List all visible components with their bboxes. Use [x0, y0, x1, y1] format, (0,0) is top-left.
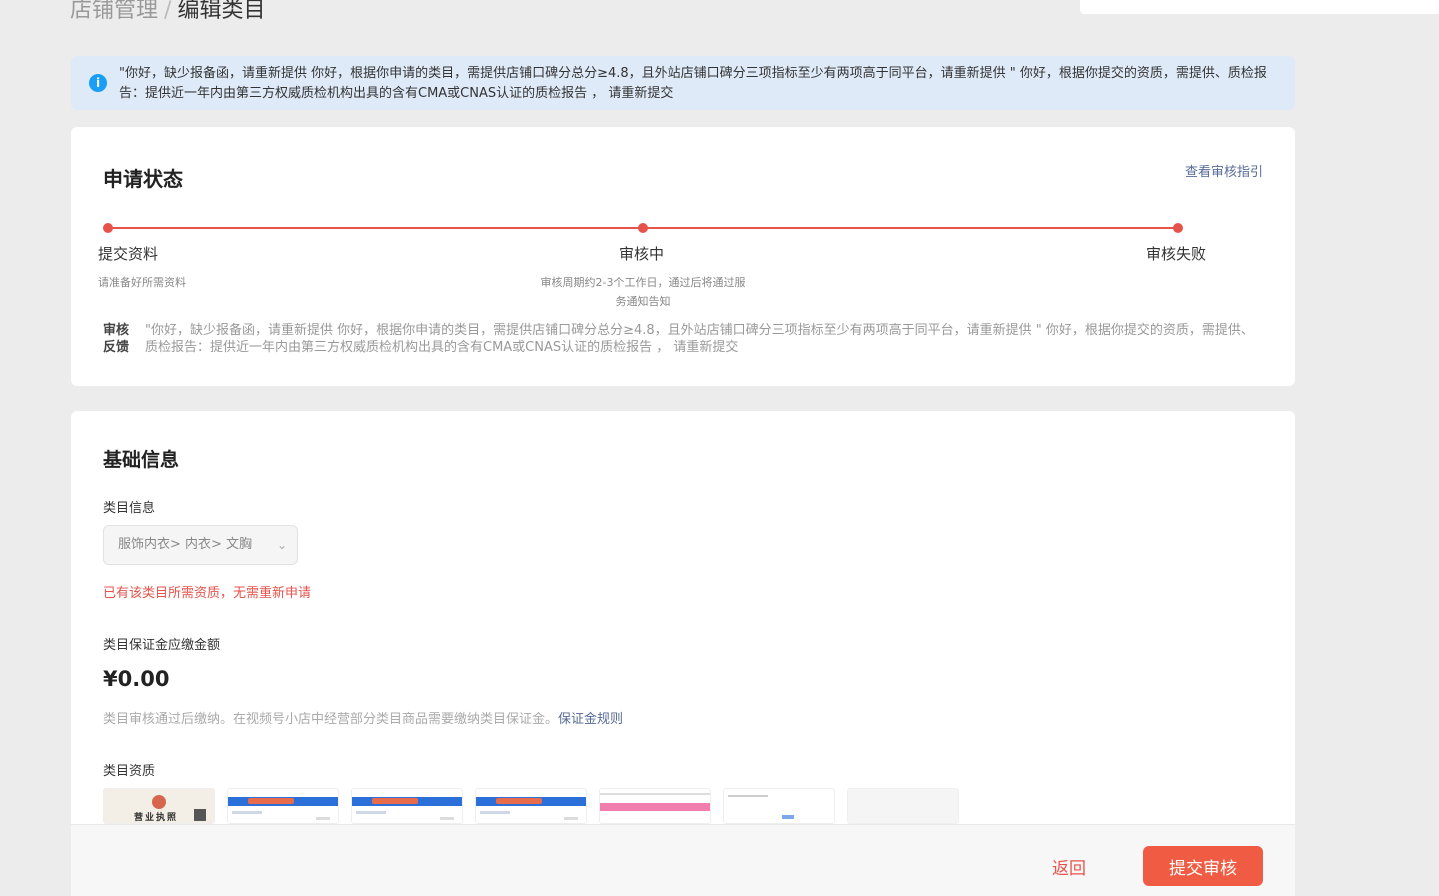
emblem-icon: [152, 795, 166, 809]
qualification-label: 类目资质: [103, 764, 156, 779]
category-label: 类目信息: [103, 501, 156, 516]
qualification-thumb-4[interactable]: [475, 788, 587, 824]
breadcrumb-separator: /: [164, 0, 172, 23]
breadcrumb-current: 编辑类目: [177, 0, 266, 23]
breadcrumb-parent[interactable]: 店铺管理: [70, 0, 158, 23]
chevron-down-icon: ⌄: [276, 538, 287, 552]
feedback-label: 审核反馈: [103, 323, 130, 355]
deposit-hint-text: 类目审核通过后缴纳。在视频号小店中经营部分类目商品需要缴纳类目保证金。: [103, 712, 559, 727]
deposit-label: 类目保证金应缴金额: [103, 638, 221, 653]
step-dot-review: [638, 223, 648, 233]
status-title: 申请状态: [103, 167, 183, 191]
step-desc-review: 审核周期约2-3个工作日，通过后将通过服务通知告知: [540, 276, 746, 308]
license-text: 营业执照: [134, 813, 179, 823]
review-feedback: 审核反馈 "你好，缺少报备函，请重新提供 你好，根据你申请的类目，需提供店铺口碑…: [103, 322, 1263, 356]
deposit-hint: 类目审核通过后缴纳。在视频号小店中经营部分类目商品需要缴纳类目保证金。保证金规则: [103, 708, 623, 727]
header-search-box[interactable]: [1080, 0, 1439, 14]
step-desc-submit: 请准备好所需资料: [98, 276, 186, 289]
qualification-thumb-2[interactable]: [227, 788, 339, 824]
qualification-thumb-3[interactable]: [351, 788, 463, 824]
deposit-amount: ¥0.00: [103, 667, 170, 691]
qualification-thumb-license[interactable]: 营业执照: [103, 788, 215, 824]
category-error-text: 已有该类目所需资质，无需重新申请: [103, 586, 312, 601]
step-dot-failed: [1173, 223, 1183, 233]
qualification-thumb-6[interactable]: [723, 788, 835, 824]
category-value: 服饰内衣> 内衣> 文胸: [118, 537, 253, 552]
notice-banner: i "你好，缺少报备函，请重新提供 你好，根据你申请的类目，需提供店铺口碑分总分…: [71, 56, 1295, 110]
info-icon: i: [89, 74, 107, 92]
status-card: 申请状态 查看审核指引 提交资料 请准备好所需资料 审核中 审核周期约2-3个工…: [71, 127, 1295, 386]
step-label-failed: 审核失败: [1146, 245, 1207, 263]
back-button[interactable]: 返回: [1052, 854, 1086, 879]
feedback-text: "你好，缺少报备函，请重新提供 你好，根据你申请的类目，需提供店铺口碑分总分≥4…: [145, 323, 1254, 355]
qr-code-icon: [194, 809, 206, 821]
basic-title: 基础信息: [103, 449, 180, 471]
submit-review-button[interactable]: 提交审核: [1143, 846, 1263, 886]
footer-bar: 返回 提交审核: [71, 824, 1295, 896]
review-guide-link[interactable]: 查看审核指引: [1185, 161, 1263, 180]
qualification-thumb-5[interactable]: [599, 788, 711, 824]
category-select[interactable]: 服饰内衣> 内衣> 文胸 ⌄: [103, 525, 298, 565]
step-label-submit: 提交资料: [98, 245, 159, 263]
step-label-review: 审核中: [619, 245, 665, 263]
notice-text: "你好，缺少报备函，请重新提供 你好，根据你申请的类目，需提供店铺口碑分总分≥4…: [119, 66, 1267, 101]
deposit-rule-link[interactable]: 保证金规则: [558, 712, 623, 727]
breadcrumb: 店铺管理 / 编辑类目: [70, 0, 265, 24]
step-dot-submit: [103, 223, 113, 233]
qualification-upload-slot[interactable]: [847, 788, 959, 824]
